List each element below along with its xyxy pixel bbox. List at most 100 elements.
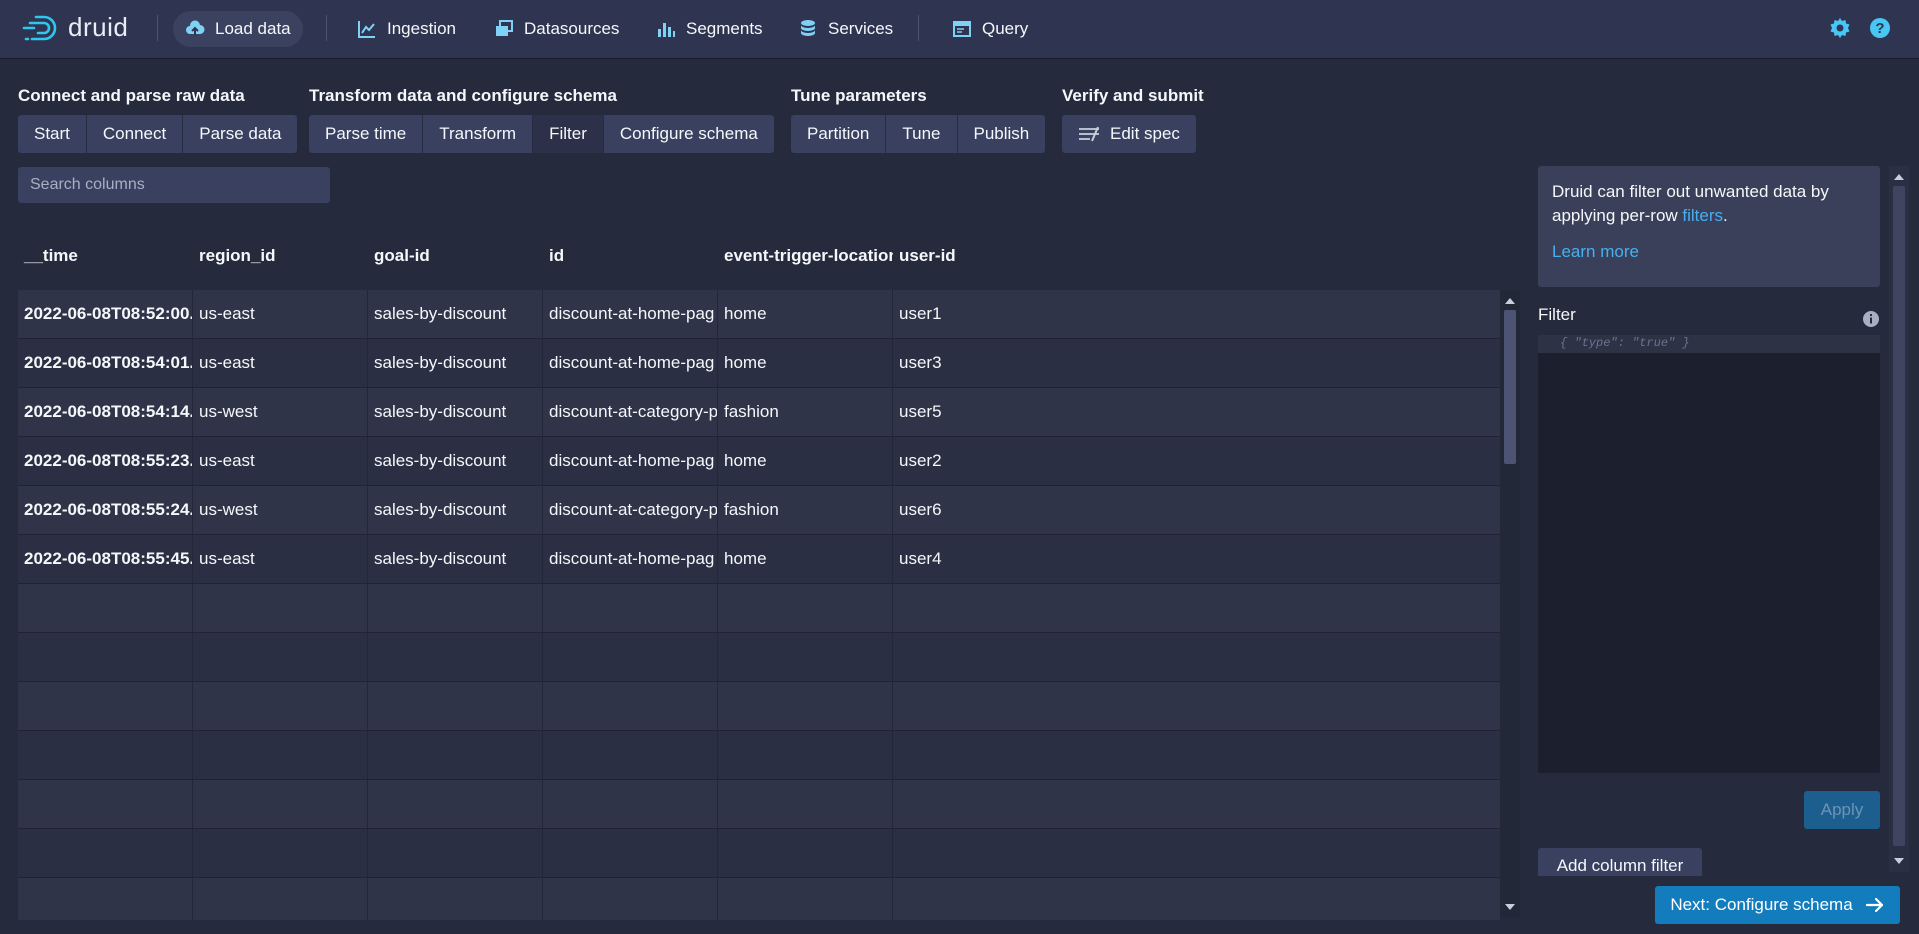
empty-cell [718,829,893,877]
scroll-thumb[interactable] [1893,186,1905,846]
table-cell: user2 [899,451,942,470]
table-row[interactable]: 2022-06-08T08:55:24.1 us-west sales-by-d… [18,486,1500,535]
empty-cell [543,584,718,632]
table-cell: us-east [193,290,368,338]
app-name: druid [68,12,129,42]
step-group-connect: Start Connect Parse data [18,115,298,153]
nav-segments[interactable]: Segments [644,11,775,47]
table-cell: us-west [193,486,368,534]
apply-button[interactable]: Apply [1804,791,1880,829]
empty-row [18,829,1500,878]
table-cell: sales-by-discount [368,486,543,534]
filters-link[interactable]: filters [1682,206,1723,225]
scroll-up-arrow-icon[interactable] [1505,298,1515,304]
empty-cell [193,682,368,730]
table-cell: discount-at-home-pag [543,290,718,338]
column-header-region-id[interactable]: region_id [193,222,368,290]
learn-more-link[interactable]: Learn more [1552,242,1639,261]
druid-logo-icon [22,15,57,40]
search-columns-input[interactable] [18,167,330,203]
empty-cell [18,731,193,779]
table-cell: fashion [718,388,893,436]
step-transform[interactable]: Transform [423,115,534,153]
nav-ingestion[interactable]: Ingestion [345,11,468,47]
step-partition[interactable]: Partition [791,115,887,153]
next-configure-schema-button[interactable]: Next: Configure schema [1655,886,1900,924]
empty-cell [18,682,193,730]
gear-icon[interactable] [1828,16,1852,40]
step-filter[interactable]: Filter [533,115,604,153]
column-header-time[interactable]: __time [18,222,193,290]
nav-query-label: Query [982,19,1029,38]
column-header-id[interactable]: id [543,222,718,290]
empty-cell [718,633,893,681]
filter-json-editor[interactable]: { "type": "true" } [1538,335,1880,773]
table-row[interactable]: 2022-06-08T08:52:00.5 us-east sales-by-d… [18,290,1500,339]
panel-scrollbar[interactable] [1889,166,1909,872]
step-group-title-tune: Tune parameters [791,86,927,105]
table-cell: fashion [718,486,893,534]
table-cell: 2022-06-08T08:54:14.2 [18,388,193,436]
nav-load-data[interactable]: Load data [173,11,303,47]
empty-cell [18,829,193,877]
nav-datasources[interactable]: Datasources [482,11,631,47]
table-cell: user6 [899,500,942,519]
table-cell: 2022-06-08T08:54:01.1 [18,339,193,387]
step-group-title-connect: Connect and parse raw data [18,86,245,105]
empty-row [18,584,1500,633]
step-group-verify: Edit spec [1062,115,1196,153]
column-header-event-trigger-location[interactable]: event-trigger-location [718,222,893,290]
empty-row [18,682,1500,731]
empty-cell [718,780,893,828]
empty-cell [193,780,368,828]
table-cell: home [718,290,893,338]
step-tune[interactable]: Tune [886,115,958,153]
step-start[interactable]: Start [18,115,87,153]
stacked-chart-icon [658,23,675,37]
empty-row [18,878,1500,920]
chart-line-icon [358,21,375,38]
table-row[interactable]: 2022-06-08T08:55:45.2 us-east sales-by-d… [18,535,1500,584]
empty-cell [543,878,718,920]
step-parse-data[interactable]: Parse data [183,115,298,153]
table-cell: us-east [193,339,368,387]
scroll-thumb[interactable] [1504,310,1516,464]
nav-services-label: Services [828,19,894,38]
info-icon[interactable] [1862,310,1880,328]
empty-cell [18,780,193,828]
step-publish[interactable]: Publish [957,115,1046,153]
add-column-filter-button[interactable]: Add column filter [1538,848,1702,876]
empty-row [18,780,1500,829]
filter-label: Filter [1538,305,1576,324]
scroll-down-arrow-icon[interactable] [1505,904,1515,910]
empty-row [18,731,1500,780]
table-cell: discount-at-home-pag [543,437,718,485]
multi-window-icon [496,20,513,36]
table-cell: sales-by-discount [368,388,543,436]
nav-divider [157,15,158,41]
help-icon[interactable]: ? [1868,16,1892,40]
table-row[interactable]: 2022-06-08T08:54:14.2 us-west sales-by-d… [18,388,1500,437]
step-group-title-transform: Transform data and configure schema [309,86,617,105]
table-cell: user1 [899,304,942,323]
column-header-goal-id[interactable]: goal-id [368,222,543,290]
empty-cell [18,633,193,681]
empty-cell [368,633,543,681]
table-row[interactable]: 2022-06-08T08:55:23.4 us-east sales-by-d… [18,437,1500,486]
step-edit-spec[interactable]: Edit spec [1062,115,1196,153]
step-connect[interactable]: Connect [86,115,184,153]
scroll-up-arrow-icon[interactable] [1894,174,1904,180]
table-cell: discount-at-home-pag [543,339,718,387]
druid-logo[interactable]: druid [22,12,128,43]
step-parse-time[interactable]: Parse time [309,115,424,153]
step-configure-schema[interactable]: Configure schema [603,115,774,153]
table-row[interactable]: 2022-06-08T08:54:01.1 us-east sales-by-d… [18,339,1500,388]
table-scrollbar[interactable] [1500,290,1520,918]
database-icon [801,20,815,36]
empty-cell [193,633,368,681]
scroll-down-arrow-icon[interactable] [1894,858,1904,864]
nav-services[interactable]: Services [786,11,905,47]
nav-query[interactable]: Query [940,11,1040,47]
table-cell: 2022-06-08T08:52:00.5 [18,290,193,338]
column-header-user-id[interactable]: user-id [893,222,1068,290]
